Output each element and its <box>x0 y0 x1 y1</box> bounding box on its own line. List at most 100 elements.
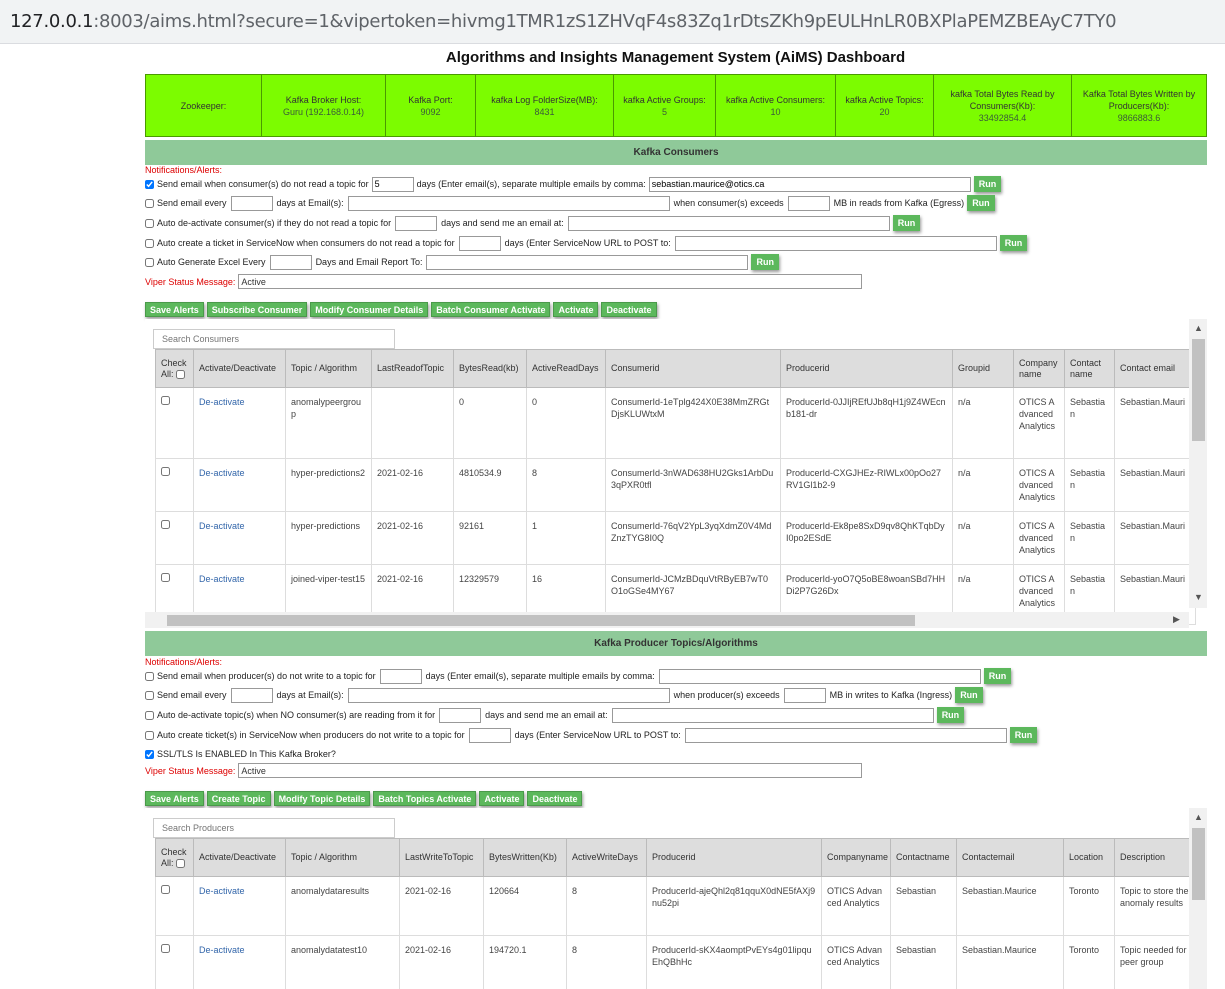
consumer-viper-status-input[interactable] <box>238 274 863 289</box>
deactivate-link[interactable]: De-activate <box>199 574 245 584</box>
producer-alert-2-days-input[interactable] <box>230 687 273 703</box>
deactivate-link[interactable]: De-activate <box>199 468 245 478</box>
producer-alert-4-text-b: days (Enter ServiceNow URL to POST to: <box>514 730 681 740</box>
producer-alert-3-email-input[interactable] <box>611 707 934 723</box>
consumer-alert-2-mb-input[interactable] <box>787 195 830 211</box>
producers-table-container[interactable]: Check All: Activate/Deactivate Topic / Alg… <box>145 808 1207 989</box>
producer-alert-1-checkbox[interactable] <box>145 671 154 681</box>
producer-deactivate-button[interactable]: Deactivate <box>527 791 583 806</box>
consumer-alert-4-days-input[interactable] <box>458 235 501 251</box>
check-all-checkbox[interactable] <box>175 858 185 868</box>
column-header: LastWriteToTopic <box>399 838 484 877</box>
producer-alert-3-days-input[interactable] <box>439 707 482 723</box>
consumer-alert-1-email-input[interactable] <box>648 176 971 192</box>
column-header[interactable]: Check All: <box>155 838 194 877</box>
scroll-up-arrow-icon[interactable]: ▲ <box>1194 323 1203 333</box>
consumer-alert-4-checkbox[interactable] <box>145 238 154 248</box>
producer-alert-2-email-input[interactable] <box>347 687 670 703</box>
column-header-label: ActiveWriteDays <box>572 852 638 862</box>
deactivate-link[interactable]: De-activate <box>199 397 245 407</box>
producer-alert-4-days-input[interactable] <box>468 727 511 743</box>
row-select-checkbox[interactable] <box>161 573 170 582</box>
consumer-activate-button[interactable]: Activate <box>553 302 599 317</box>
consumer-batch-consumer-activate-button[interactable]: Batch Consumer Activate <box>431 302 551 317</box>
consumer-action-buttons: Save Alerts Subscribe Consumer Modify Cons… <box>145 302 657 317</box>
producers-vertical-scrollbar[interactable]: ▲ <box>1189 808 1207 989</box>
row-select-cell <box>155 387 194 459</box>
producer-activate-button[interactable]: Activate <box>479 791 525 806</box>
consumer-alert-1-run-button[interactable]: Run <box>973 176 1002 192</box>
row-select-checkbox[interactable] <box>161 520 170 529</box>
producer-alert-1-days-input[interactable] <box>379 668 422 684</box>
deactivate-link[interactable]: De-activate <box>199 521 245 531</box>
scroll-right-arrow-icon[interactable]: ▶ <box>1173 614 1180 625</box>
consumer-alert-5-run-button[interactable]: Run <box>751 254 779 270</box>
consumer-alert-1-days-input[interactable] <box>371 176 414 192</box>
producer-create-topic-button[interactable]: Create Topic <box>206 791 271 806</box>
consumer-alert-3-days-input[interactable] <box>395 215 438 231</box>
table-cell: OTICS Advanced Analytics <box>1013 458 1065 512</box>
column-header-label: Activate/Deactivate <box>199 852 277 862</box>
consumer-subscribe-consumer-button[interactable]: Subscribe Consumer <box>206 302 308 317</box>
producer-alert-3-run-button[interactable]: Run <box>936 707 965 723</box>
consumer-alert-4-run-button[interactable]: Run <box>999 235 1028 251</box>
consumer-alert-3-email-input[interactable] <box>567 215 890 231</box>
producer-alert-4-checkbox[interactable] <box>145 730 154 740</box>
consumer-alert-2-run-button[interactable]: Run <box>967 195 995 211</box>
row-select-checkbox[interactable] <box>161 396 170 405</box>
row-select-checkbox[interactable] <box>161 885 170 894</box>
producer-alert-1-email-input[interactable] <box>658 668 981 684</box>
consumer-alert-2-checkbox[interactable] <box>145 198 154 208</box>
producer-ssl-checkbox[interactable] <box>145 749 154 759</box>
producer-alert-2-run-button[interactable]: Run <box>955 687 983 703</box>
search-producers-input[interactable] <box>153 818 395 838</box>
consumer-alert-2-days-input[interactable] <box>230 195 273 211</box>
producer-alert-1-run-button[interactable]: Run <box>983 668 1012 684</box>
producer-alert-3-checkbox[interactable] <box>145 710 154 720</box>
consumer-alert-5-checkbox[interactable] <box>145 257 154 267</box>
producer-alert-2-checkbox[interactable] <box>145 690 154 700</box>
consumers-vertical-scrollbar[interactable]: ▲ ▼ <box>1189 319 1207 608</box>
consumers-horizontal-scrollbar[interactable]: ▶ <box>145 612 1189 628</box>
producer-save-alerts-button[interactable]: Save Alerts <box>145 791 204 806</box>
consumers-table-container[interactable]: Check All: Activate/Deactivate Topic / Alg… <box>145 319 1207 631</box>
scroll-thumb[interactable] <box>1192 339 1205 441</box>
deactivate-link[interactable]: De-activate <box>199 886 245 896</box>
consumer-alert-2-email-input[interactable] <box>347 195 670 211</box>
stat-value: 10 <box>770 106 781 117</box>
deactivate-link[interactable]: De-activate <box>199 945 245 955</box>
stat-label: kafka Active Groups: <box>623 94 706 105</box>
consumer-alert-3-checkbox[interactable] <box>145 218 154 228</box>
stat-label: Kafka Total Bytes Written by Producers(K… <box>1082 88 1196 111</box>
scroll-up-arrow-icon[interactable]: ▲ <box>1194 812 1203 822</box>
scroll-thumb[interactable] <box>1192 828 1205 900</box>
producer-viper-status-input[interactable] <box>238 763 863 778</box>
browser-address-bar[interactable]: 127.0.0.1:8003/aims.html?secure=1&vipert… <box>0 0 1225 44</box>
consumer-deactivate-button[interactable]: Deactivate <box>601 302 657 317</box>
consumer-alert-3-run-button[interactable]: Run <box>892 215 921 231</box>
column-header: Producerid <box>780 349 953 388</box>
row-select-checkbox[interactable] <box>161 467 170 476</box>
consumer-modify-consumer-details-button[interactable]: Modify Consumer Details <box>310 302 429 317</box>
consumer-alert-2-text-c: when consumer(s) exceeds <box>673 198 784 208</box>
consumer-alert-4-url-input[interactable] <box>674 235 997 251</box>
table-cell: Sebastian <box>890 935 957 989</box>
column-header[interactable]: Check All: <box>155 349 194 388</box>
table-cell: hyper-predictions <box>285 511 372 565</box>
producer-alert-4-url-input[interactable] <box>684 727 1007 743</box>
producer-alert-4-run-button[interactable]: Run <box>1009 727 1038 743</box>
scroll-thumb[interactable] <box>167 615 915 626</box>
check-all-checkbox[interactable] <box>175 369 185 379</box>
consumer-alert-5-email-input[interactable] <box>426 254 749 270</box>
consumer-alert-1-checkbox[interactable] <box>145 179 154 189</box>
search-consumers-input[interactable] <box>153 329 395 349</box>
url-text[interactable]: 127.0.0.1:8003/aims.html?secure=1&vipert… <box>10 11 1117 32</box>
producer-alert-row-4: Auto create ticket(s) in ServiceNow when… <box>145 727 1038 743</box>
producer-batch-topics-activate-button[interactable]: Batch Topics Activate <box>373 791 477 806</box>
producer-alert-2-mb-input[interactable] <box>783 687 826 703</box>
consumer-alert-5-days-input[interactable] <box>269 254 312 270</box>
consumer-save-alerts-button[interactable]: Save Alerts <box>145 302 204 317</box>
scroll-down-arrow-icon[interactable]: ▼ <box>1194 592 1203 602</box>
producer-modify-topic-details-button[interactable]: Modify Topic Details <box>273 791 371 806</box>
row-select-checkbox[interactable] <box>161 944 170 953</box>
